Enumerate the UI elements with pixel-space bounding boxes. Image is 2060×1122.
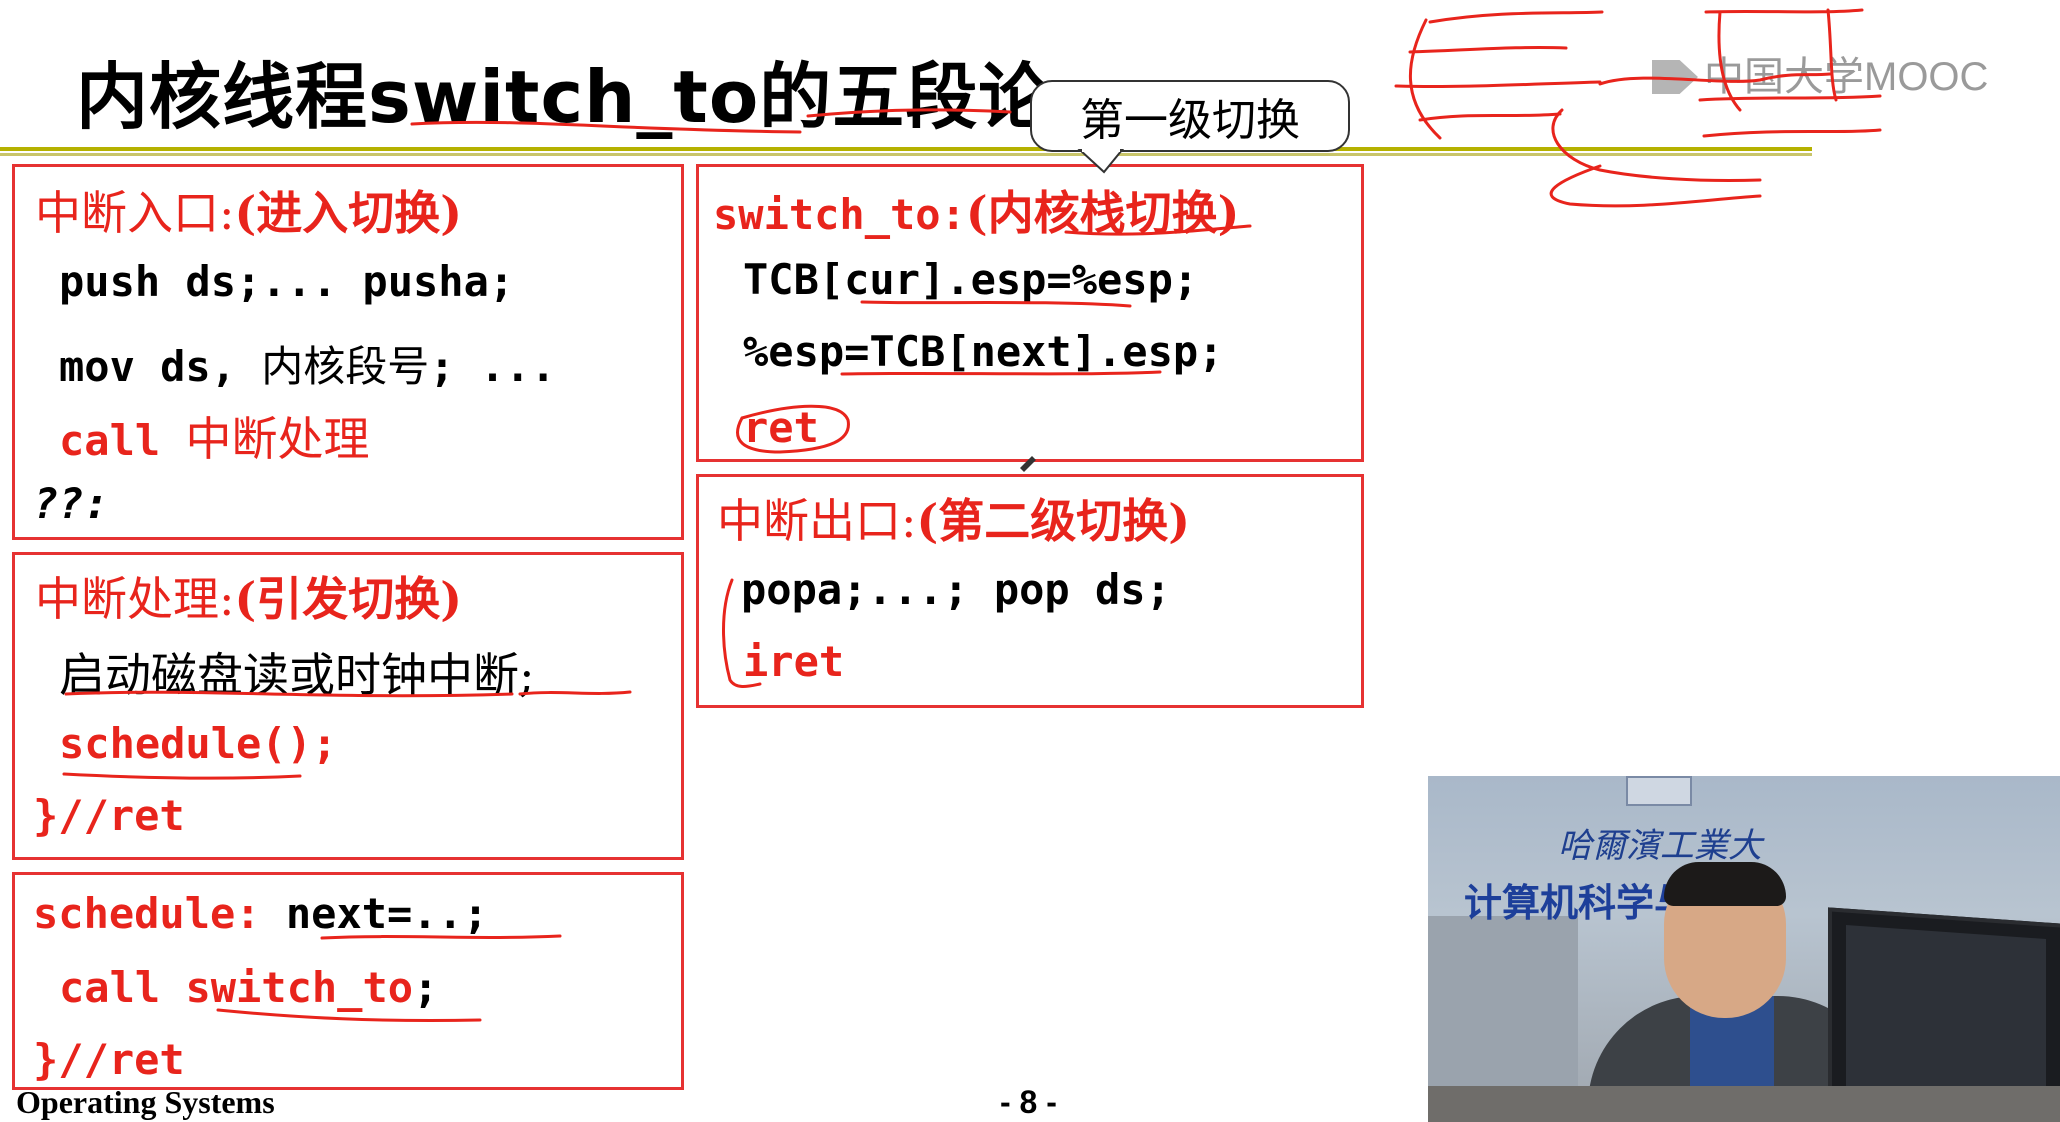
footer-page-number: - 8 - bbox=[1000, 1084, 1057, 1120]
callout-tail bbox=[1077, 148, 1125, 174]
code-semicolon: ; bbox=[413, 963, 439, 1012]
header-note: (第二级切换) bbox=[916, 494, 1191, 548]
code-mov-a: mov ds, bbox=[59, 342, 262, 391]
code-call-cn: 中断处理 bbox=[185, 412, 370, 466]
lecturer-video: 哈爾濱工業大 计算机科学与技 院 bbox=[1428, 776, 2060, 1122]
code-ret-comment: }//ret bbox=[33, 791, 185, 840]
code-iret: iret bbox=[743, 637, 845, 686]
header-label: 中断出口: bbox=[717, 494, 917, 548]
box-schedule: schedule: next=..; call switch_to; }//re… bbox=[12, 872, 684, 1090]
box-interrupt-entry: 中断入口:(进入切换) push ds;... pusha; mov ds, 内… bbox=[12, 164, 684, 540]
code-push-line: push ds;... pusha; bbox=[59, 257, 515, 306]
code-popa-line: popa;...; pop ds; bbox=[741, 565, 1171, 614]
video-desk bbox=[1428, 1086, 2060, 1122]
code-mov-b: ; ... bbox=[429, 342, 556, 391]
code-ret-comment: }//ret bbox=[33, 1035, 185, 1084]
slide: 内核线程switch_to的五段论 中国大学MOOC 第一级切换 中断入口:(进… bbox=[0, 0, 2060, 1122]
video-banner-university: 哈爾濱工業大 bbox=[1558, 826, 1762, 866]
code-ret: ret bbox=[743, 403, 819, 452]
code-question-label: ??: bbox=[33, 479, 109, 528]
lecturer-hair bbox=[1664, 862, 1786, 906]
code-switch-to-fn: switch_to bbox=[185, 963, 414, 1012]
code-mov-cn: 内核段号 bbox=[261, 342, 430, 391]
code-schedule-line: schedule: next=..; bbox=[33, 889, 488, 938]
code-mov-line: mov ds, 内核段号; ... bbox=[59, 333, 556, 394]
box-interrupt-handler-header: 中断处理:(引发切换) bbox=[35, 563, 462, 629]
box-interrupt-exit-header: 中断出口:(第二级切换) bbox=[717, 485, 1190, 551]
code-schedule-rest: next=..; bbox=[285, 889, 489, 938]
box-switch-to: switch_to:(内核栈切换) TCB[cur].esp=%esp; %es… bbox=[696, 164, 1364, 462]
code-call-kw: call bbox=[59, 416, 186, 465]
code-load-esp: %esp=TCB[next].esp; bbox=[743, 327, 1224, 376]
university-emblem bbox=[1626, 776, 1692, 806]
video-wall bbox=[1428, 916, 1578, 1096]
code-call-switch-line: call switch_to; bbox=[59, 963, 438, 1012]
footer-course-name: Operating Systems bbox=[16, 1084, 275, 1120]
code-call-line: call 中断处理 bbox=[59, 403, 369, 469]
header-note: (引发切换) bbox=[234, 572, 463, 626]
header-label: 中断处理: bbox=[35, 572, 235, 626]
code-call-kw: call bbox=[59, 963, 186, 1012]
video-monitor-screen bbox=[1846, 925, 2046, 1109]
code-schedule-kw: schedule: bbox=[33, 889, 286, 938]
code-schedule-call: schedule(); bbox=[59, 719, 338, 768]
box-interrupt-exit: 中断出口:(第二级切换) popa;...; pop ds; iret bbox=[696, 474, 1364, 708]
code-save-esp: TCB[cur].esp=%esp; bbox=[743, 255, 1199, 304]
box-interrupt-handler: 中断处理:(引发切换) 启动磁盘读或时钟中断; schedule(); }//r… bbox=[12, 552, 684, 860]
handler-desc-line: 启动磁盘读或时钟中断; bbox=[59, 648, 535, 702]
